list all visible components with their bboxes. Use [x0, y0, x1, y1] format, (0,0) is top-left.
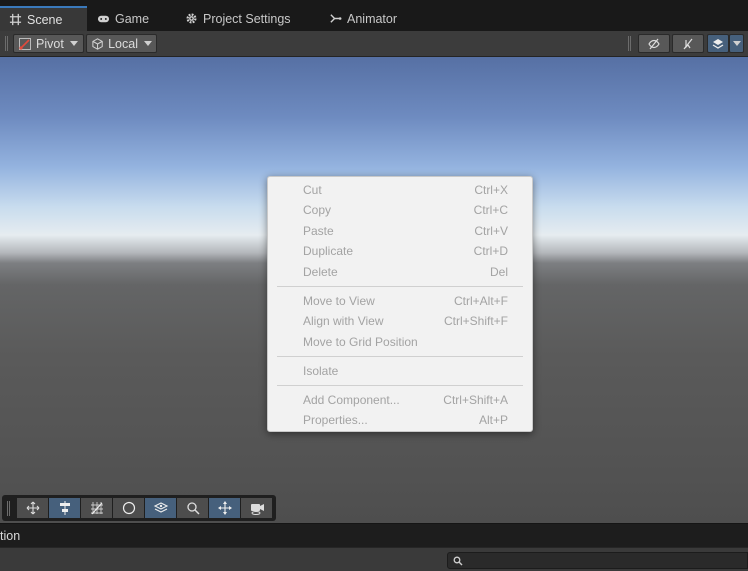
overlay-toolbar	[2, 495, 276, 521]
menu-item-label: Cut	[303, 183, 322, 197]
bottom-panel-title: tion	[0, 529, 21, 543]
pivot-icon	[19, 37, 31, 50]
search-icon	[453, 556, 463, 565]
grid-snap-button[interactable]	[81, 498, 112, 518]
menu-item-copy[interactable]: Copy Ctrl+C	[268, 200, 532, 220]
editor-tab-bar: Scene Game Project Settings Animator	[0, 0, 748, 31]
menu-item-cut[interactable]: Cut Ctrl+X	[268, 180, 532, 200]
animator-icon	[328, 12, 342, 26]
gear-icon	[184, 12, 198, 26]
move-tool-icon	[26, 501, 39, 515]
layers-snap-button[interactable]	[145, 498, 176, 518]
bottom-panel-toolbar	[0, 547, 748, 571]
grid-icon	[8, 13, 22, 27]
camera-button[interactable]	[241, 498, 272, 518]
pivot-dropdown[interactable]: Pivot	[13, 34, 84, 53]
menu-item-align-with-view[interactable]: Align with View Ctrl+Shift+F	[268, 311, 532, 331]
menu-item-label: Isolate	[303, 364, 339, 378]
menu-item-shortcut: Ctrl+X	[474, 183, 508, 197]
toolbar-grip[interactable]	[628, 36, 631, 51]
menu-item-label: Duplicate	[303, 244, 354, 258]
overlay-grip[interactable]	[7, 501, 10, 516]
scene-toolbar: Pivot Local	[0, 31, 748, 57]
tab-game[interactable]: Game	[88, 6, 157, 31]
menu-item-label: Align with View	[303, 314, 384, 328]
tab-label: Project Settings	[203, 11, 291, 26]
local-label: Local	[108, 36, 138, 51]
tab-animator[interactable]: Animator	[320, 6, 405, 31]
menu-item-shortcut: Alt+P	[478, 413, 508, 427]
context-menu: Cut Ctrl+X Copy Ctrl+C Paste Ctrl+V Dupl…	[267, 176, 533, 432]
layers-snap-icon	[153, 502, 168, 513]
menu-item-label: Delete	[303, 265, 338, 279]
menu-item-add-component[interactable]: Add Component... Ctrl+Shift+A	[268, 390, 532, 410]
magnifier-icon	[186, 502, 200, 515]
search-input[interactable]	[467, 553, 741, 568]
menu-separator	[277, 385, 523, 386]
local-cube-icon	[92, 37, 103, 50]
lighting-toggle-button[interactable]	[113, 498, 144, 518]
menu-item-duplicate[interactable]: Duplicate Ctrl+D	[268, 241, 532, 261]
gizmo-move-icon	[217, 501, 232, 515]
menu-item-label: Move to View	[303, 294, 375, 308]
align-tool-icon	[59, 501, 70, 515]
menu-separator	[277, 286, 523, 287]
camera-icon	[250, 504, 264, 515]
tab-label: Scene	[27, 12, 63, 27]
tab-label: Game	[115, 11, 150, 26]
layers-icon	[712, 38, 724, 49]
layers-button[interactable]	[707, 34, 729, 53]
tab-project-settings[interactable]: Project Settings	[176, 6, 299, 31]
chevron-down-icon	[69, 41, 78, 46]
menu-item-isolate[interactable]: Isolate	[268, 361, 532, 381]
moon-icon	[122, 501, 135, 515]
gamepad-icon	[96, 12, 110, 26]
grid-snap-icon	[90, 502, 103, 515]
move-tool-button[interactable]	[17, 498, 48, 518]
tab-label: Animator	[347, 11, 398, 26]
menu-item-move-to-view[interactable]: Move to View Ctrl+Alt+F	[268, 291, 532, 311]
menu-item-shortcut: Ctrl+D	[473, 244, 508, 258]
menu-item-label: Add Component...	[303, 393, 400, 407]
scene-visibility-button[interactable]	[638, 34, 670, 53]
chevron-down-icon	[732, 41, 741, 46]
chevron-down-icon	[144, 41, 152, 46]
menu-item-shortcut: Ctrl+V	[474, 224, 508, 238]
menu-item-shortcut: Ctrl+Shift+A	[443, 393, 508, 407]
local-dropdown[interactable]: Local	[86, 34, 157, 53]
menu-item-shortcut: Ctrl+Alt+F	[453, 294, 508, 308]
menu-item-delete[interactable]: Delete Del	[268, 262, 532, 282]
layers-dropdown-button[interactable]	[729, 34, 744, 53]
zoom-button[interactable]	[177, 498, 208, 518]
gizmo-move-button[interactable]	[209, 498, 240, 518]
scene-picking-icon	[683, 38, 693, 49]
menu-item-paste[interactable]: Paste Ctrl+V	[268, 221, 532, 241]
menu-item-move-to-grid-position[interactable]: Move to Grid Position	[268, 332, 532, 352]
pivot-label: Pivot	[36, 36, 64, 51]
menu-item-label: Copy	[303, 203, 332, 217]
menu-item-label: Properties...	[303, 413, 368, 427]
menu-item-shortcut: Ctrl+C	[473, 203, 508, 217]
toolbar-grip[interactable]	[5, 36, 8, 51]
search-field[interactable]	[447, 552, 748, 569]
scene-picking-button[interactable]	[672, 34, 704, 53]
scene-visibility-icon	[648, 38, 660, 49]
menu-item-label: Move to Grid Position	[303, 335, 418, 349]
menu-item-label: Paste	[303, 224, 334, 238]
menu-item-shortcut: Ctrl+Shift+F	[443, 314, 508, 328]
bottom-panel-header: tion	[0, 523, 748, 548]
menu-separator	[277, 356, 523, 357]
align-tool-button[interactable]	[49, 498, 80, 518]
menu-item-shortcut: Del	[489, 265, 508, 279]
menu-item-properties[interactable]: Properties... Alt+P	[268, 410, 532, 430]
tab-scene[interactable]: Scene	[0, 6, 87, 31]
